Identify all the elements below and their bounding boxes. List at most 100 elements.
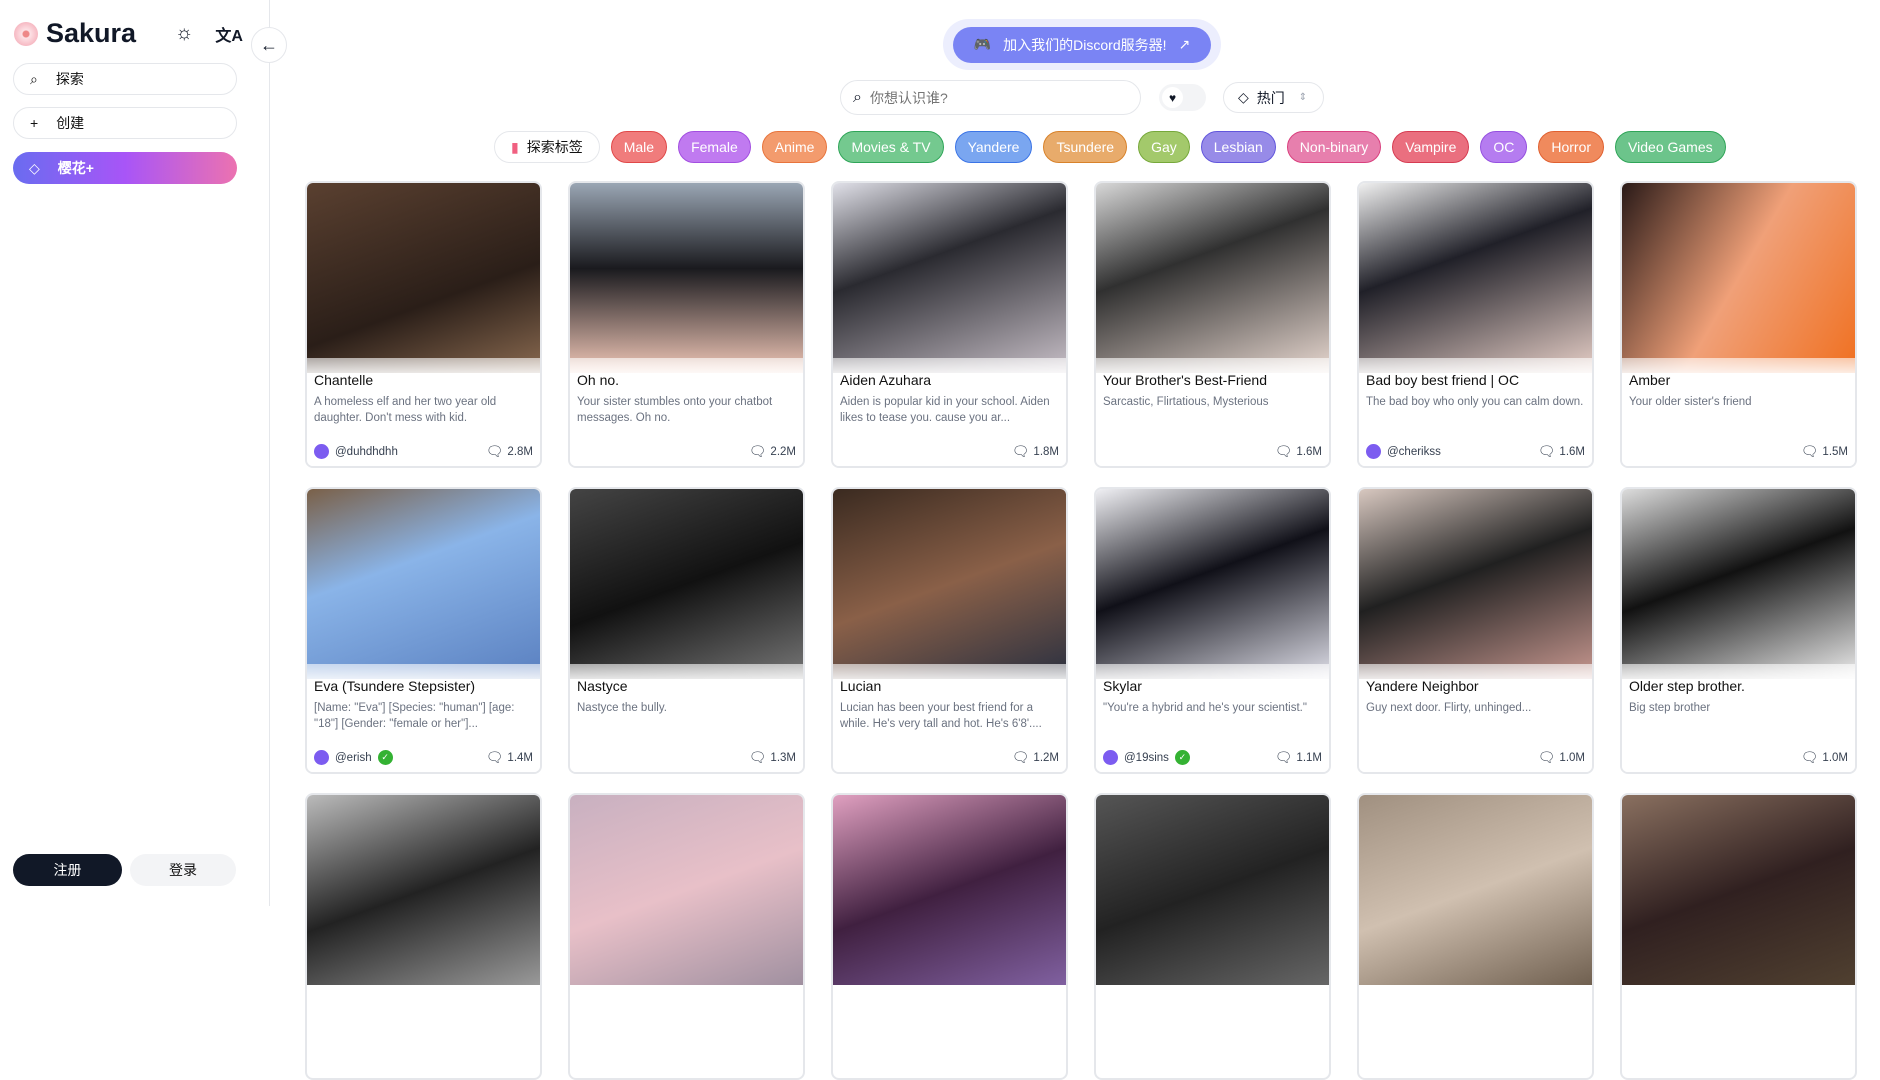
chat-bubble-icon: 🗨: [1800, 443, 1819, 459]
chat-count: 🗨 1.6M: [1275, 443, 1322, 460]
plus-icon: +: [30, 115, 39, 131]
author-avatar: [314, 750, 329, 765]
character-card[interactable]: Skylar "You're a hybrid and he's your sci…: [1094, 487, 1331, 774]
character-image: [307, 489, 540, 679]
sort-select[interactable]: ◇ 热门 ⇕: [1223, 82, 1324, 113]
character-card[interactable]: Older step brother. Big step brother 🗨 1.0M: [1620, 487, 1857, 774]
character-card[interactable]: Amber Your older sister's friend 🗨 1.5M: [1620, 181, 1857, 468]
brand-logo[interactable]: Sakura: [14, 18, 136, 49]
tag-anime[interactable]: Anime: [761, 131, 828, 163]
card-description: "You're a hybrid and he's your scientist…: [1103, 702, 1307, 714]
chat-count: 🗨 1.6M: [1538, 443, 1585, 460]
character-card[interactable]: Lucian Lucian has been your best friend f…: [831, 487, 1068, 774]
favorites-toggle[interactable]: ♥: [1159, 84, 1206, 111]
discord-banner: 🎮 加入我们的Discord服务器! ↗: [943, 19, 1221, 70]
search-icon: ⌕: [853, 88, 862, 106]
register-button[interactable]: 注册: [13, 854, 122, 886]
tag-male[interactable]: Male: [610, 131, 668, 163]
chat-bubble-icon: 🗨: [1537, 749, 1556, 765]
character-image: [833, 183, 1066, 373]
card-author[interactable]: @cherikss: [1366, 444, 1441, 459]
tag-tsundere[interactable]: Tsundere: [1043, 131, 1128, 163]
chat-count: 🗨 1.1M: [1275, 749, 1322, 766]
chat-count-value: 1.0M: [1559, 751, 1585, 764]
sakura-flower-icon: [14, 21, 38, 46]
arrow-left-icon: ←: [260, 34, 278, 55]
character-grid: Chantelle A homeless elf and her two year…: [305, 181, 1857, 1080]
card-description: The bad boy who only you can calm down.: [1366, 396, 1584, 408]
translate-icon[interactable]: 文A: [215, 22, 243, 46]
search-input[interactable]: [869, 89, 1110, 106]
explore-tags-button[interactable]: ▮ 探索标签: [494, 131, 600, 163]
author-name: @erish: [335, 751, 372, 764]
chat-count: 🗨 1.5M: [1801, 443, 1848, 460]
theme-sun-icon[interactable]: ☼: [175, 22, 193, 46]
card-description: Big step brother: [1629, 702, 1711, 714]
character-image: [307, 795, 540, 985]
character-image: [833, 489, 1066, 679]
discord-join-button[interactable]: 🎮 加入我们的Discord服务器! ↗: [953, 26, 1211, 63]
chat-count: 🗨 1.3M: [749, 749, 796, 766]
tag-lesbian[interactable]: Lesbian: [1200, 131, 1276, 163]
tag-gay[interactable]: Gay: [1138, 131, 1190, 163]
character-card[interactable]: Oh no. Your sister stumbles onto your cha…: [568, 181, 805, 468]
nav-create[interactable]: + 创建: [13, 107, 237, 139]
character-image: [1096, 795, 1329, 985]
tag-horror[interactable]: Horror: [1538, 131, 1605, 163]
chevron-updown-icon: ⇕: [1298, 92, 1308, 103]
discord-label: 加入我们的Discord服务器!: [1003, 36, 1167, 53]
character-card[interactable]: [1094, 793, 1331, 1080]
card-title: Your Brother's Best-Friend: [1103, 372, 1268, 388]
chat-count: 🗨 1.0M: [1538, 749, 1585, 766]
nav-sakura-plus[interactable]: ◇ 樱花+: [13, 152, 237, 184]
card-title: Aiden Azuhara: [840, 372, 932, 388]
tag-non-binary[interactable]: Non-binary: [1286, 131, 1382, 163]
chat-count: 🗨 1.2M: [1012, 749, 1059, 766]
chat-count-value: 1.4M: [507, 751, 533, 764]
login-button[interactable]: 登录: [130, 854, 236, 886]
verified-leaf-icon: ✓: [1174, 750, 1190, 765]
card-author[interactable]: @19sins ✓: [1103, 750, 1190, 765]
author-name: @19sins: [1124, 751, 1169, 764]
chat-count: 🗨 1.4M: [486, 749, 533, 766]
discord-icon: 🎮: [973, 36, 992, 52]
character-card[interactable]: [305, 793, 542, 1080]
card-author[interactable]: @erish ✓: [314, 750, 393, 765]
tag-video-games[interactable]: Video Games: [1615, 131, 1726, 163]
character-image: [1359, 489, 1592, 679]
character-card[interactable]: Nastyce Nastyce the bully. 🗨 1.3M: [568, 487, 805, 774]
author-avatar: [1103, 750, 1118, 765]
nav-explore[interactable]: ⌕ 探索: [13, 63, 237, 95]
character-card[interactable]: [568, 793, 805, 1080]
diamond-icon: ◇: [29, 159, 40, 176]
character-card[interactable]: Your Brother's Best-Friend Sarcastic, Fli…: [1094, 181, 1331, 468]
card-author[interactable]: @duhdhdhh: [314, 444, 398, 459]
tag-oc[interactable]: OC: [1480, 131, 1528, 163]
collapse-sidebar-button[interactable]: ←: [251, 27, 287, 63]
card-description: Guy next door. Flirty, unhinged...: [1366, 702, 1532, 714]
tag-movies-tv[interactable]: Movies & TV: [838, 131, 944, 163]
character-card[interactable]: Yandere Neighbor Guy next door. Flirty, u…: [1357, 487, 1594, 774]
sidebar: Sakura ☼ 文A ⌕ 探索 + 创建 ◇ 樱花+ 注册 登录: [0, 0, 270, 906]
card-title: Bad boy best friend | OC: [1366, 372, 1520, 388]
character-card[interactable]: [1357, 793, 1594, 1080]
card-description: A homeless elf and her two year old daug…: [314, 396, 497, 424]
card-title: Lucian: [840, 678, 882, 694]
character-card[interactable]: Bad boy best friend | OC The bad boy who …: [1357, 181, 1594, 468]
character-card[interactable]: Eva (Tsundere Stepsister) [Name: "Eva"] […: [305, 487, 542, 774]
chat-count-value: 2.2M: [770, 445, 796, 458]
character-search[interactable]: ⌕: [840, 80, 1141, 115]
nav-label: 探索: [55, 71, 84, 87]
character-card[interactable]: Chantelle A homeless elf and her two year…: [305, 181, 542, 468]
chat-count-value: 1.6M: [1296, 445, 1322, 458]
chat-bubble-icon: 🗨: [485, 749, 504, 765]
character-card[interactable]: [1620, 793, 1857, 1080]
chat-count: 🗨 1.8M: [1012, 443, 1059, 460]
character-card[interactable]: Aiden Azuhara Aiden is popular kid in you…: [831, 181, 1068, 468]
character-card[interactable]: [831, 793, 1068, 1080]
tag-female[interactable]: Female: [678, 131, 751, 163]
tag-vampire[interactable]: Vampire: [1392, 131, 1470, 163]
chat-count-value: 1.1M: [1296, 751, 1322, 764]
tag-yandere[interactable]: Yandere: [954, 131, 1033, 163]
chat-bubble-icon: 🗨: [1274, 443, 1293, 459]
